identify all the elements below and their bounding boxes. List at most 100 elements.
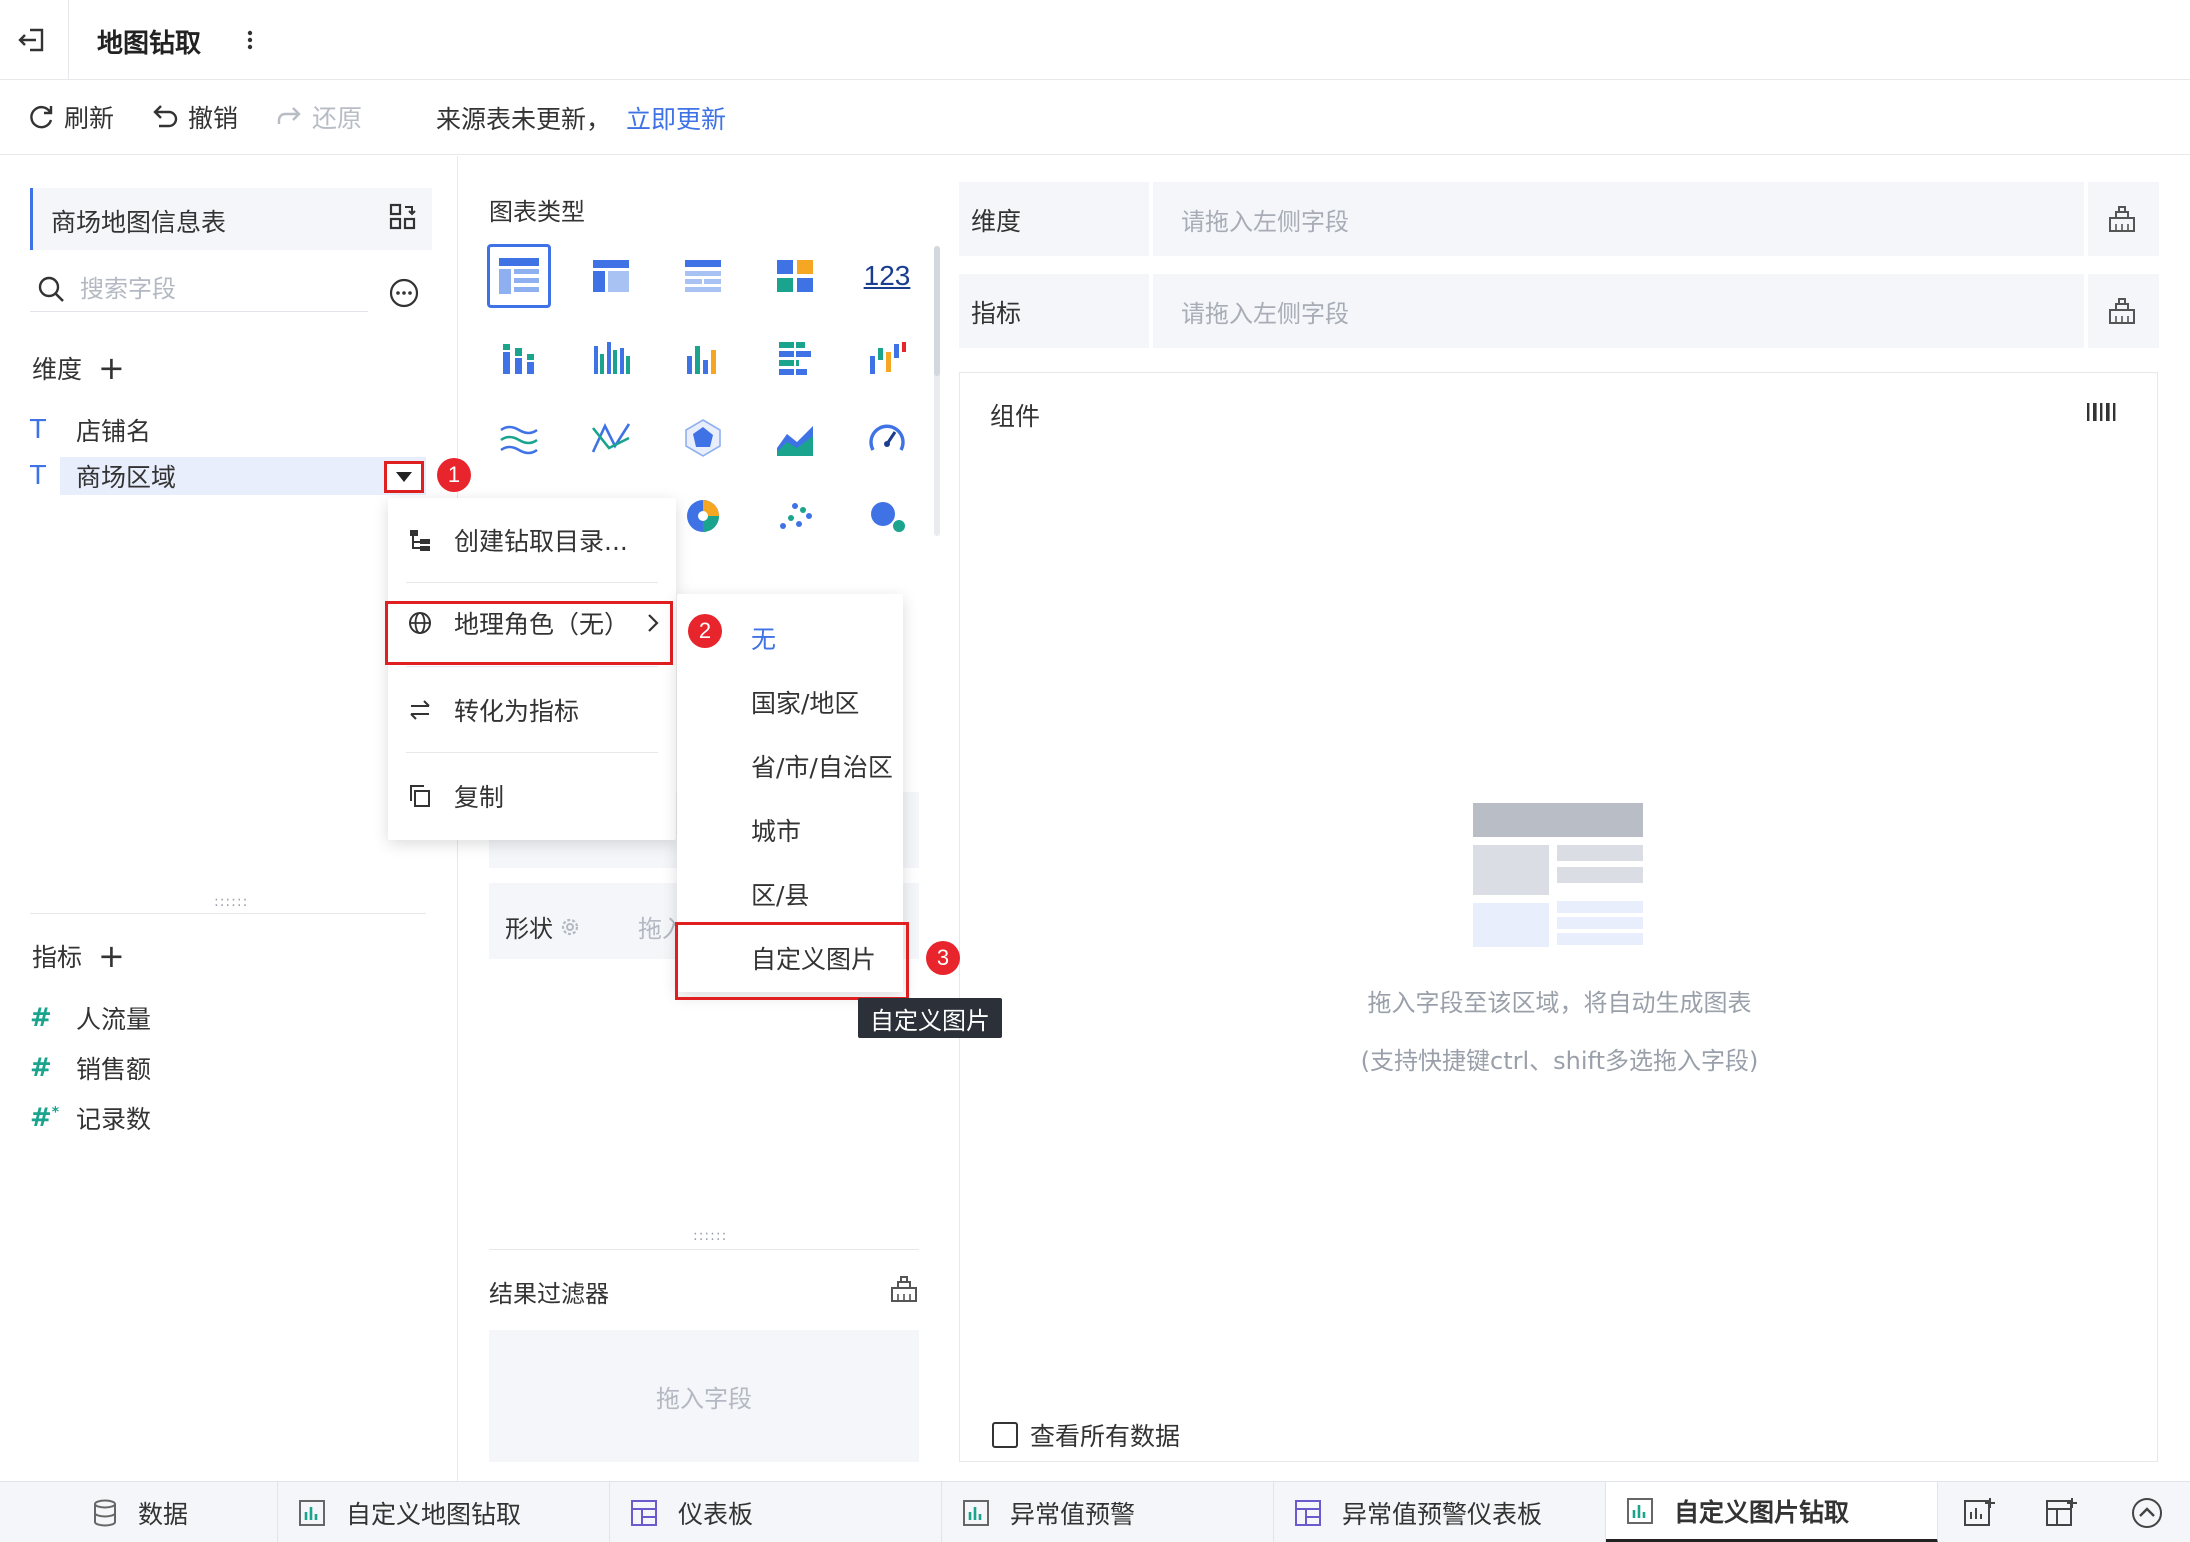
kpi-number-icon[interactable]: 123	[855, 244, 919, 308]
page-title: 地图钻取	[97, 29, 202, 59]
filter-settings-icon[interactable]	[889, 1274, 919, 1304]
refresh-icon	[30, 105, 53, 129]
component-canvas[interactable]: 组件 拖入字段至该区域，将自动生成图表 (支持快捷键ctrl、shift多选拖入…	[959, 372, 2158, 1462]
submenu-item-district[interactable]: 区/县	[751, 876, 809, 912]
count-field-icon: #*	[30, 1103, 60, 1133]
shelf-separator	[2084, 274, 2088, 348]
undo-button[interactable]: 撤销	[150, 100, 238, 134]
area-chart-icon[interactable]	[763, 406, 827, 470]
column-chart-icon[interactable]	[671, 326, 735, 390]
field-label: 记录数	[76, 1105, 152, 1134]
dimension-shelf[interactable]: 维度 请拖入左侧字段	[959, 182, 2159, 256]
cross-table-icon[interactable]	[579, 244, 643, 308]
add-dimension-icon[interactable]: +	[98, 352, 125, 384]
gauge-chart-icon[interactable]	[855, 406, 919, 470]
view-all-data-toggle[interactable]: 查看所有数据	[992, 1417, 1180, 1453]
field-item[interactable]: # 人流量	[30, 999, 151, 1037]
exit-icon[interactable]	[14, 22, 54, 58]
field-label: 商场区域	[76, 463, 177, 492]
dimension-shelf-placeholder: 请拖入左侧字段	[1181, 208, 1349, 236]
dataset-selector[interactable]: 商场地图信息表	[30, 188, 432, 250]
search-icon	[38, 276, 64, 302]
table-chart-icon[interactable]	[487, 244, 551, 308]
scatter-chart-icon[interactable]	[763, 484, 827, 548]
field-dropdown-toggle[interactable]	[384, 461, 424, 493]
chart-types-scrollbar-thumb[interactable]	[934, 246, 940, 376]
barcode-view-icon[interactable]	[2084, 397, 2118, 427]
add-dashboard-icon[interactable]	[2044, 1496, 2078, 1530]
step-badge-2: 2	[688, 614, 722, 648]
update-now-link[interactable]: 立即更新	[626, 100, 726, 136]
shelf-settings-icon[interactable]	[2107, 204, 2137, 234]
add-component-icon[interactable]	[1962, 1496, 1996, 1530]
radar-chart-icon[interactable]	[671, 406, 735, 470]
redo-button[interactable]: 还原	[274, 100, 362, 134]
gear-icon[interactable]	[559, 916, 581, 938]
bar-chart-icon	[963, 1499, 989, 1526]
tab-custom-map-drill[interactable]: 自定义地图钻取	[278, 1482, 610, 1542]
menu-item-convert-measure[interactable]: 转化为指标	[388, 682, 676, 738]
grouped-bar-icon[interactable]	[579, 326, 643, 390]
copy-icon	[410, 785, 430, 807]
line-chart-icon[interactable]	[487, 406, 551, 470]
dimension-section-header: 维度 +	[32, 350, 125, 386]
menu-separator	[406, 752, 658, 753]
view-all-checkbox[interactable]	[992, 1422, 1018, 1448]
submenu-item-country[interactable]: 国家/地区	[751, 684, 859, 720]
panel-splitter-handle[interactable]: ::::::	[693, 1228, 727, 1244]
caret-down-icon	[396, 472, 412, 482]
field-label: 销售额	[76, 1055, 152, 1084]
menu-item-create-drill[interactable]: 创建钻取目录...	[388, 512, 676, 568]
bubble-chart-icon[interactable]	[855, 484, 919, 548]
cross-line-chart-icon[interactable]	[579, 406, 643, 470]
field-item-active[interactable]: T 商场区域	[30, 457, 176, 495]
geo-role-highlight-box	[385, 601, 673, 665]
field-item[interactable]: #* 记录数	[30, 1099, 151, 1137]
submenu-item-city[interactable]: 城市	[751, 812, 801, 848]
result-filter-dropzone[interactable]: 拖入字段	[489, 1330, 919, 1462]
switch-dataset-icon[interactable]	[388, 202, 418, 232]
horizontal-bar-icon[interactable]	[763, 326, 827, 390]
swap-arrows-icon	[410, 700, 430, 720]
shape-config-label: 形状	[505, 909, 581, 944]
title-bar: 地图钻取	[0, 0, 2190, 80]
menu-item-copy[interactable]: 复制	[388, 768, 676, 824]
text-field-icon: T	[30, 461, 46, 491]
tab-label: 自定义图片钻取	[1674, 1497, 1850, 1527]
menu-item-label: 复制	[454, 783, 505, 812]
bottom-tab-bar: 数据 自定义地图钻取 仪表板 异常值预警 异常值预警仪表板 自定义图片钻取	[0, 1481, 2190, 1542]
add-measure-icon[interactable]: +	[98, 940, 125, 972]
more-options-icon[interactable]	[388, 277, 420, 309]
empty-chart-illustration	[1473, 803, 1643, 947]
tab-outlier-warning[interactable]: 异常值预警	[942, 1482, 1274, 1542]
number-field-icon: #	[30, 1003, 52, 1033]
more-vertical-icon[interactable]	[236, 22, 264, 58]
dashboard-icon	[1295, 1499, 1321, 1526]
tab-outlier-dashboard[interactable]: 异常值预警仪表板	[1274, 1482, 1606, 1542]
refresh-button[interactable]: 刷新	[26, 100, 114, 134]
dashboard-grid-icon[interactable]	[763, 244, 827, 308]
tab-data[interactable]: 数据	[72, 1482, 278, 1542]
field-item[interactable]: # 销售额	[30, 1049, 151, 1087]
pie-chart-icon[interactable]	[671, 484, 735, 548]
drag-field-hint: 拖入字段	[656, 1384, 752, 1413]
dimension-shelf-label: 维度	[971, 207, 1022, 236]
field-item[interactable]: T 店铺名	[30, 411, 151, 449]
measure-shelf[interactable]: 指标 请拖入左侧字段	[959, 274, 2159, 348]
step-badge-3: 3	[926, 941, 960, 975]
collapse-up-icon[interactable]	[2130, 1496, 2164, 1530]
detail-table-icon[interactable]	[671, 244, 735, 308]
redo-label: 还原	[312, 104, 363, 133]
shelf-settings-icon[interactable]	[2107, 296, 2137, 326]
submenu-item-province[interactable]: 省/市/自治区	[751, 748, 893, 784]
waterfall-chart-icon[interactable]	[855, 326, 919, 390]
search-input[interactable]	[80, 272, 360, 306]
field-context-menu: 创建钻取目录... 地理角色（无） 转化为指标 复制	[388, 498, 676, 840]
tab-dashboard[interactable]: 仪表板	[610, 1482, 942, 1542]
tree-hierarchy-icon	[410, 530, 430, 551]
panel-splitter-handle[interactable]: ::::::	[214, 894, 248, 910]
dimension-section-title: 维度	[32, 355, 83, 384]
stacked-bar-icon[interactable]	[487, 326, 551, 390]
submenu-item-none[interactable]: 无	[751, 620, 776, 656]
tab-custom-image-drill[interactable]: 自定义图片钻取	[1606, 1482, 1938, 1542]
